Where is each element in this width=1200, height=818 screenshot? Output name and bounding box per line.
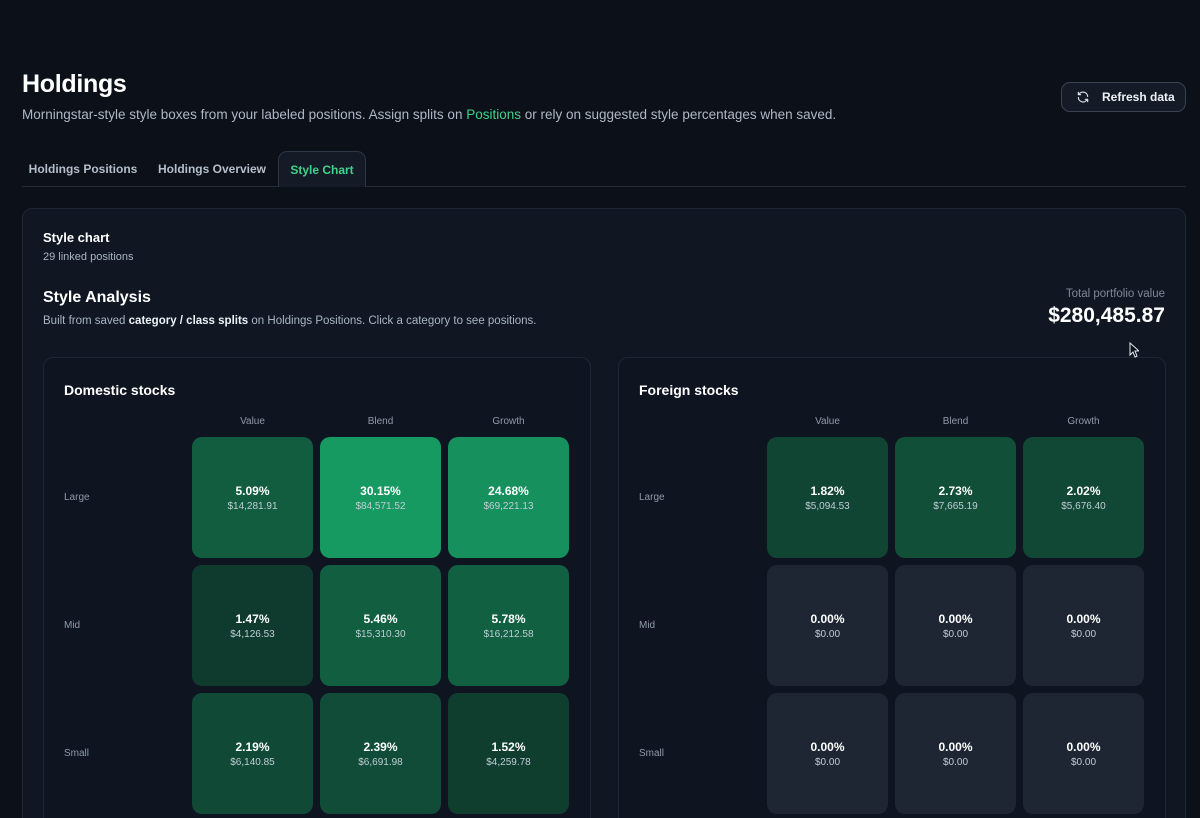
total-portfolio-value: $280,485.87 (1048, 304, 1165, 327)
domestic-stocks-cell-mid-growth[interactable]: 5.78% $16,212.58 (448, 565, 569, 686)
tab-bar: Holdings Positions Holdings Overview Sty… (22, 151, 1186, 187)
domestic-stocks-cell-small-value[interactable]: 2.19% $6,140.85 (192, 693, 313, 814)
cell-percentage: 0.00% (1066, 611, 1101, 626)
column-header-growth: Growth (492, 416, 525, 427)
tab-holdings-positions[interactable]: Holdings Positions (22, 151, 144, 187)
cell-percentage: 24.68% (488, 483, 529, 498)
cell-amount: $5,676.40 (1061, 500, 1106, 512)
row-header-small: Small (639, 747, 665, 759)
row-header-large: Large (64, 491, 90, 503)
domestic-stocks-cell-large-growth[interactable]: 24.68% $69,221.13 (448, 437, 569, 558)
cell-amount: $0.00 (814, 756, 841, 768)
panel-title: Style chart (43, 230, 110, 245)
cell-amount: $0.00 (942, 628, 969, 640)
subtitle-text-end: or rely on suggested style percentages w… (520, 107, 837, 122)
foreign-stocks-cell-mid-blend[interactable]: 0.00% $0.00 (895, 565, 1016, 686)
cell-percentage: 2.02% (1066, 483, 1101, 498)
cell-amount: $5,094.53 (805, 500, 850, 512)
cell-amount: $4,126.53 (230, 628, 275, 640)
cell-percentage: 2.73% (938, 483, 973, 498)
cell-amount: $6,140.85 (230, 756, 275, 768)
cell-amount: $16,212.58 (483, 628, 534, 640)
domestic-stocks-style-box: Domestic stocks Value Blend Growth Large 5.09… (43, 357, 591, 818)
domestic-stocks-cell-mid-value[interactable]: 1.47% $4,126.53 (192, 565, 313, 686)
column-header-growth: Growth (1067, 416, 1100, 427)
cell-amount: $84,571.52 (355, 500, 406, 512)
row-header-mid: Mid (639, 619, 656, 631)
domestic-stocks-cell-small-growth[interactable]: 1.52% $4,259.78 (448, 693, 569, 814)
style-analysis-title: Style Analysis (43, 289, 151, 306)
row-header-mid: Mid (64, 619, 81, 631)
foreign-stocks-style-box: Foreign stocks Value Blend Growth Large 1.82%… (618, 357, 1166, 818)
foreign-stocks-cell-large-blend[interactable]: 2.73% $7,665.19 (895, 437, 1016, 558)
foreign-stocks-cell-large-value[interactable]: 1.82% $5,094.53 (767, 437, 888, 558)
style-chart-panel: Style chart 29 linked positions Style An… (22, 208, 1186, 818)
style-analysis-description: Built from saved category / class splits… (43, 315, 537, 327)
column-header-blend: Blend (367, 416, 394, 427)
foreign-stocks-cell-mid-growth[interactable]: 0.00% $0.00 (1023, 565, 1144, 686)
column-header-value: Value (815, 416, 840, 427)
cell-percentage: 5.09% (235, 483, 270, 498)
page-title: Holdings (22, 70, 127, 98)
cell-amount: $0.00 (942, 756, 969, 768)
cell-percentage: 0.00% (938, 611, 973, 626)
tab-style-chart[interactable]: Style Chart (278, 151, 366, 187)
cell-amount: $0.00 (1070, 628, 1097, 640)
cell-amount: $14,281.91 (227, 500, 278, 512)
description-end: on Holdings Positions. Click a category … (248, 315, 537, 327)
refresh-data-label: Refresh data (1102, 90, 1175, 104)
cell-amount: $0.00 (1070, 756, 1097, 768)
cell-percentage: 0.00% (810, 611, 845, 626)
cell-percentage: 5.78% (491, 611, 526, 626)
foreign-stocks-cell-small-value[interactable]: 0.00% $0.00 (767, 693, 888, 814)
style-box-title: Foreign stocks (639, 382, 739, 398)
cell-percentage: 1.47% (235, 611, 270, 626)
domestic-stocks-cell-large-blend[interactable]: 30.15% $84,571.52 (320, 437, 441, 558)
style-box-title: Domestic stocks (64, 382, 176, 398)
foreign-stocks-cell-mid-value[interactable]: 0.00% $0.00 (767, 565, 888, 686)
domestic-stocks-cell-large-value[interactable]: 5.09% $14,281.91 (192, 437, 313, 558)
mouse-pointer-icon (1129, 342, 1139, 358)
linked-positions-count: 29 linked positions (43, 251, 134, 263)
cell-percentage: 0.00% (810, 739, 845, 754)
column-header-blend: Blend (942, 416, 969, 427)
cell-percentage: 1.52% (491, 739, 526, 754)
cell-amount: $7,665.19 (933, 500, 978, 512)
cell-amount: $15,310.30 (355, 628, 406, 640)
refresh-data-button[interactable]: Refresh data (1061, 82, 1186, 112)
domestic-stocks-cell-small-blend[interactable]: 2.39% $6,691.98 (320, 693, 441, 814)
foreign-stocks-cell-small-growth[interactable]: 0.00% $0.00 (1023, 693, 1144, 814)
cell-amount: $69,221.13 (483, 500, 534, 512)
domestic-stocks-cell-mid-blend[interactable]: 5.46% $15,310.30 (320, 565, 441, 686)
subtitle-text-start: Morningstar-style style boxes from your … (22, 107, 467, 122)
positions-link[interactable]: Positions (466, 107, 521, 122)
description-emphasis: category / class splits (128, 315, 249, 327)
foreign-stocks-cell-large-growth[interactable]: 2.02% $5,676.40 (1023, 437, 1144, 558)
foreign-stocks-cell-small-blend[interactable]: 0.00% $0.00 (895, 693, 1016, 814)
column-header-value: Value (240, 416, 265, 427)
cell-percentage: 0.00% (1066, 739, 1101, 754)
cell-amount: $0.00 (814, 628, 841, 640)
cell-percentage: 1.82% (810, 483, 845, 498)
cell-percentage: 30.15% (360, 483, 401, 498)
cell-percentage: 2.19% (235, 739, 270, 754)
total-portfolio-label: Total portfolio value (1065, 288, 1165, 300)
description-start: Built from saved (43, 315, 129, 327)
row-header-small: Small (64, 747, 90, 759)
cell-percentage: 5.46% (363, 611, 398, 626)
tab-holdings-overview[interactable]: Holdings Overview (150, 151, 274, 187)
cell-amount: $6,691.98 (358, 756, 403, 768)
cell-amount: $4,259.78 (486, 756, 531, 768)
refresh-icon (1077, 91, 1089, 103)
cell-percentage: 2.39% (363, 739, 398, 754)
page-subtitle: Morningstar-style style boxes from your … (22, 107, 836, 122)
row-header-large: Large (639, 491, 665, 503)
cell-percentage: 0.00% (938, 739, 973, 754)
